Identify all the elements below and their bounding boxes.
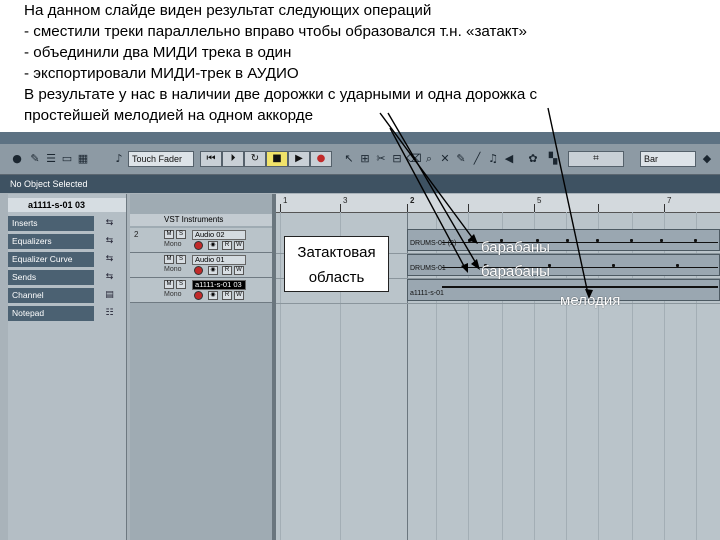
arrowhead xyxy=(468,234,478,244)
arrowhead xyxy=(471,259,480,270)
annotation-arrows xyxy=(379,107,593,299)
arrowhead xyxy=(585,289,593,299)
arrow-line xyxy=(547,107,589,295)
arrow-line xyxy=(389,127,466,269)
arrow-line xyxy=(387,112,478,266)
arrowhead xyxy=(461,263,468,273)
arrow-line xyxy=(379,112,475,241)
